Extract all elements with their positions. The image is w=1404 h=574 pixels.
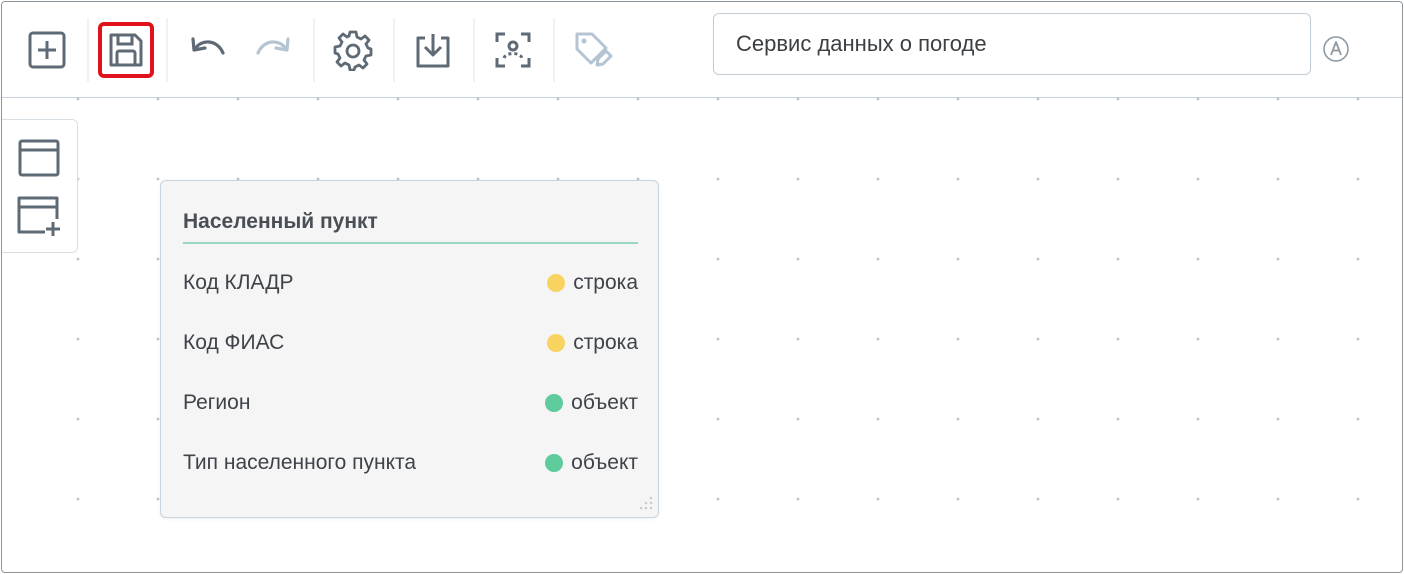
field-type-label: объект <box>571 451 638 474</box>
toolbar-separator <box>553 18 555 82</box>
tag-edit-icon <box>575 32 613 67</box>
download-button[interactable] <box>405 22 461 78</box>
focus-button[interactable] <box>485 22 541 78</box>
type-dot <box>545 394 564 412</box>
document-title-input[interactable] <box>713 13 1311 75</box>
gear-icon <box>333 30 373 71</box>
type-dot <box>547 274 566 292</box>
redo-button[interactable] <box>245 22 301 78</box>
circle-a-icon <box>1323 36 1349 62</box>
toolbar <box>2 2 1402 98</box>
field-type: строка <box>547 268 638 298</box>
type-dot <box>545 454 564 472</box>
toolbar-separator <box>393 18 395 82</box>
field-type: объект <box>545 448 638 478</box>
plus-square-icon <box>28 31 66 69</box>
undo-button[interactable] <box>180 22 236 78</box>
tag-edit-button[interactable] <box>565 22 621 78</box>
entity-field-row[interactable]: Регион объект <box>183 388 638 418</box>
window-icon <box>18 139 60 177</box>
field-name: Тип населенного пункта <box>183 451 417 474</box>
field-type-label: объект <box>571 391 638 414</box>
app-window: Населенный пункт Код КЛАДР строка Код ФИ… <box>1 1 1403 573</box>
field-name: Код КЛАДР <box>183 271 294 294</box>
side-panel <box>2 119 78 253</box>
resize-handle-icon[interactable] <box>634 493 654 513</box>
floppy-disk-icon <box>109 33 143 67</box>
save-button[interactable] <box>98 22 154 78</box>
window-add-button[interactable] <box>17 194 61 238</box>
entity-title-divider <box>183 242 638 244</box>
settings-button[interactable] <box>325 22 381 78</box>
entity-title: Населенный пункт <box>183 210 378 233</box>
entity-card[interactable]: Населенный пункт Код КЛАДР строка Код ФИ… <box>160 180 659 518</box>
field-type-label: строка <box>573 271 638 294</box>
toolbar-separator <box>166 18 168 82</box>
field-name: Регион <box>183 391 251 414</box>
redo-icon <box>256 37 290 55</box>
focus-scan-icon <box>495 32 531 68</box>
type-dot <box>547 334 566 352</box>
window-add-icon <box>17 196 60 236</box>
entity-field-row[interactable]: Тип населенного пункта объект <box>183 448 638 478</box>
download-icon <box>416 34 450 68</box>
field-name: Код ФИАС <box>183 331 285 354</box>
entity-field-row[interactable]: Код ФИАС строка <box>183 328 638 358</box>
toolbar-separator <box>473 18 475 82</box>
toolbar-separator <box>313 18 315 82</box>
field-type: строка <box>547 328 638 358</box>
add-button[interactable] <box>19 22 75 78</box>
toolbar-separator <box>87 18 89 82</box>
undo-icon <box>191 37 225 55</box>
field-type-label: строка <box>573 331 638 354</box>
window-button[interactable] <box>17 136 61 180</box>
field-type: объект <box>545 388 638 418</box>
entity-field-row[interactable]: Код КЛАДР строка <box>183 268 638 298</box>
